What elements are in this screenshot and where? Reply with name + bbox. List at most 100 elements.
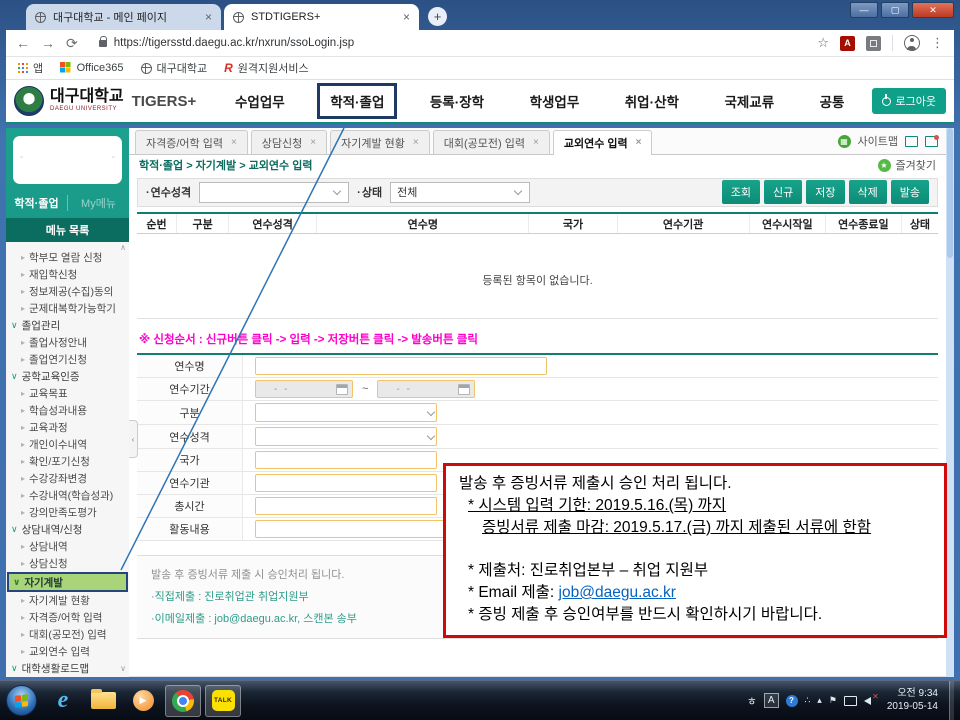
sidebar-item-0[interactable]: ▸학부모 열람 신청 bbox=[6, 249, 129, 266]
search-button[interactable]: 조회 bbox=[722, 180, 760, 204]
sidebar-item-14[interactable]: ▸수강내역(학습성과) bbox=[6, 487, 129, 504]
grid-column-4[interactable]: 국가 bbox=[529, 214, 617, 233]
muted-speaker-icon[interactable]: ✕ bbox=[864, 695, 878, 706]
close-icon[interactable]: × bbox=[205, 10, 212, 24]
adobe-extension-icon[interactable]: A bbox=[840, 36, 855, 51]
status-select[interactable]: 전체 bbox=[390, 182, 530, 203]
ime-hangul-indicator[interactable]: ㅎ bbox=[747, 693, 757, 709]
taskbar-clock[interactable]: 오전 9:34 2019-05-14 bbox=[887, 688, 938, 713]
sidebar-item-22[interactable]: ▸대회(공모전) 입력 bbox=[6, 626, 129, 643]
close-icon[interactable]: × bbox=[636, 137, 642, 148]
grid-column-8[interactable]: 상태 bbox=[902, 214, 938, 233]
bookmark-star-icon[interactable]: ☆ bbox=[817, 35, 829, 51]
grid-column-6[interactable]: 연수시작일 bbox=[750, 214, 826, 233]
favorite-control[interactable]: ★ 즐겨찾기 bbox=[878, 157, 936, 173]
form-input-activity-detail[interactable] bbox=[255, 520, 460, 538]
nav-item-5[interactable]: 국제교류 bbox=[711, 83, 787, 119]
close-icon[interactable]: × bbox=[533, 137, 539, 148]
bookmark-item-1[interactable]: Office365 bbox=[60, 62, 123, 74]
browser-tab-stdtigers[interactable]: STDTIGERS+ × bbox=[224, 4, 419, 30]
open-window-icon[interactable] bbox=[905, 136, 918, 147]
email-link[interactable]: job@daegu.ac.kr bbox=[559, 584, 676, 601]
save-button[interactable]: 저장 bbox=[806, 180, 844, 204]
bookmark-item-0[interactable]: 앱 bbox=[18, 60, 43, 76]
form-select-category[interactable] bbox=[255, 403, 437, 422]
close-window-button[interactable]: ✕ bbox=[912, 2, 954, 18]
sidebar-item-9[interactable]: ▸학습성과내용 bbox=[6, 402, 129, 419]
new-tab-button[interactable]: + bbox=[428, 7, 447, 26]
tray-dots-icon[interactable]: ∴ bbox=[805, 695, 811, 706]
nav-item-1[interactable]: 학적·졸업 bbox=[317, 83, 397, 119]
sidebar-item-20[interactable]: ▸자기계발 현황 bbox=[6, 592, 129, 609]
sidebar-item-2[interactable]: ▸정보제공(수집)동의 bbox=[6, 283, 129, 300]
sidebar-item-1[interactable]: ▸재입학신청 bbox=[6, 266, 129, 283]
form-date-start[interactable]: - - bbox=[255, 380, 353, 398]
panel-collapse-handle[interactable]: ‹ bbox=[129, 420, 138, 458]
calendar-icon[interactable] bbox=[458, 384, 470, 395]
send-button[interactable]: 발송 bbox=[891, 180, 929, 204]
calendar-icon[interactable] bbox=[336, 384, 348, 395]
workspace-tab-1[interactable]: 상담신청× bbox=[251, 130, 327, 154]
close-icon[interactable]: × bbox=[231, 137, 237, 148]
grid-column-2[interactable]: 연수성격 bbox=[229, 214, 317, 233]
sidebar-item-5[interactable]: ▸졸업사정안내 bbox=[6, 334, 129, 351]
help-tray-icon[interactable]: ? bbox=[786, 695, 798, 707]
form-input-training-organization[interactable] bbox=[255, 474, 437, 492]
sidebar-item-13[interactable]: ▸수강강좌변경 bbox=[6, 470, 129, 487]
refresh-icon[interactable]: ⟳ bbox=[66, 35, 78, 52]
sidebar-item-8[interactable]: ▸교육목표 bbox=[6, 385, 129, 402]
nav-item-0[interactable]: 수업업무 bbox=[222, 83, 298, 119]
minimize-button[interactable]: — bbox=[850, 2, 878, 18]
grid-column-7[interactable]: 연수종료일 bbox=[826, 214, 902, 233]
university-logo[interactable]: 대구대학교 DAEGU UNIVERSITY TIGERS+ bbox=[14, 86, 212, 116]
sidebar-item-21[interactable]: ▸자격증/어학 입력 bbox=[6, 609, 129, 626]
taskbar-mediaplayer-icon[interactable]: ▶ bbox=[125, 685, 161, 717]
grid-column-3[interactable]: 연수명 bbox=[317, 214, 529, 233]
nav-item-3[interactable]: 학생업무 bbox=[517, 83, 593, 119]
sidebar-item-18[interactable]: ▸상담신청 bbox=[6, 555, 129, 572]
page-scrollbar[interactable] bbox=[946, 128, 954, 677]
sidebar-tab-mymenu[interactable]: My메뉴 bbox=[67, 195, 129, 211]
flag-icon[interactable]: ⚑ bbox=[829, 695, 837, 706]
scroll-up-icon[interactable]: ∧ bbox=[120, 243, 126, 252]
scrollbar-thumb[interactable] bbox=[947, 128, 953, 258]
grid-column-1[interactable]: 구분 bbox=[177, 214, 229, 233]
form-date-end[interactable]: - - bbox=[377, 380, 475, 398]
sidebar-item-3[interactable]: ▸군제대복학가능학기 bbox=[6, 300, 129, 317]
show-desktop-button[interactable] bbox=[949, 681, 954, 720]
taskbar-ie-icon[interactable]: e bbox=[45, 685, 81, 717]
sidebar-item-12[interactable]: ▸확인/포기신청 bbox=[6, 453, 129, 470]
scroll-down-icon[interactable]: ∨ bbox=[120, 664, 126, 673]
sitemap-label[interactable]: 사이트맵 bbox=[858, 133, 898, 149]
sidebar-item-24[interactable]: ∨대학생활로드맵 bbox=[6, 660, 129, 677]
extension-icon[interactable] bbox=[866, 36, 881, 51]
delete-button[interactable]: 삭제 bbox=[849, 180, 887, 204]
taskbar-chrome-icon[interactable] bbox=[165, 685, 201, 717]
back-icon[interactable]: ← bbox=[16, 35, 30, 51]
logout-button[interactable]: 로그아웃 bbox=[872, 88, 946, 114]
workspace-tab-2[interactable]: 자기계발 현황× bbox=[330, 130, 430, 154]
browser-tab-daegu-main[interactable]: 대구대학교 - 메인 페이지 × bbox=[26, 4, 221, 30]
taskbar-kakaotalk-icon[interactable]: TALK bbox=[205, 685, 241, 717]
workspace-tab-4[interactable]: 교외연수 입력× bbox=[553, 130, 653, 154]
sidebar-tab-academic[interactable]: 학적·졸업 bbox=[6, 195, 67, 211]
close-icon[interactable]: × bbox=[413, 137, 419, 148]
nav-item-2[interactable]: 등록·장학 bbox=[417, 83, 497, 119]
taskbar-explorer-icon[interactable] bbox=[85, 685, 121, 717]
sidebar-item-11[interactable]: ▸개인이수내역 bbox=[6, 436, 129, 453]
nav-item-4[interactable]: 취업·산학 bbox=[612, 83, 692, 119]
sidebar-item-10[interactable]: ▸교육과정 bbox=[6, 419, 129, 436]
close-all-windows-icon[interactable] bbox=[925, 136, 938, 147]
form-select-training-type[interactable] bbox=[255, 427, 437, 446]
sidebar-item-6[interactable]: ▸졸업연기신청 bbox=[6, 351, 129, 368]
sidebar-item-17[interactable]: ▸상담내역 bbox=[6, 538, 129, 555]
profile-icon[interactable] bbox=[904, 35, 920, 51]
workspace-tab-0[interactable]: 자격증/어학 입력× bbox=[135, 130, 248, 154]
form-input-country[interactable] bbox=[255, 451, 437, 469]
close-icon[interactable]: × bbox=[403, 10, 410, 24]
sidebar-item-15[interactable]: ▸강의만족도평가 bbox=[6, 504, 129, 521]
sidebar-item-16[interactable]: ∨상담내역/신청 bbox=[6, 521, 129, 538]
forward-icon[interactable]: → bbox=[41, 35, 55, 51]
sidebar-item-self-development[interactable]: ∨자기계발 bbox=[7, 572, 128, 592]
form-input-total-hours[interactable] bbox=[255, 497, 437, 515]
